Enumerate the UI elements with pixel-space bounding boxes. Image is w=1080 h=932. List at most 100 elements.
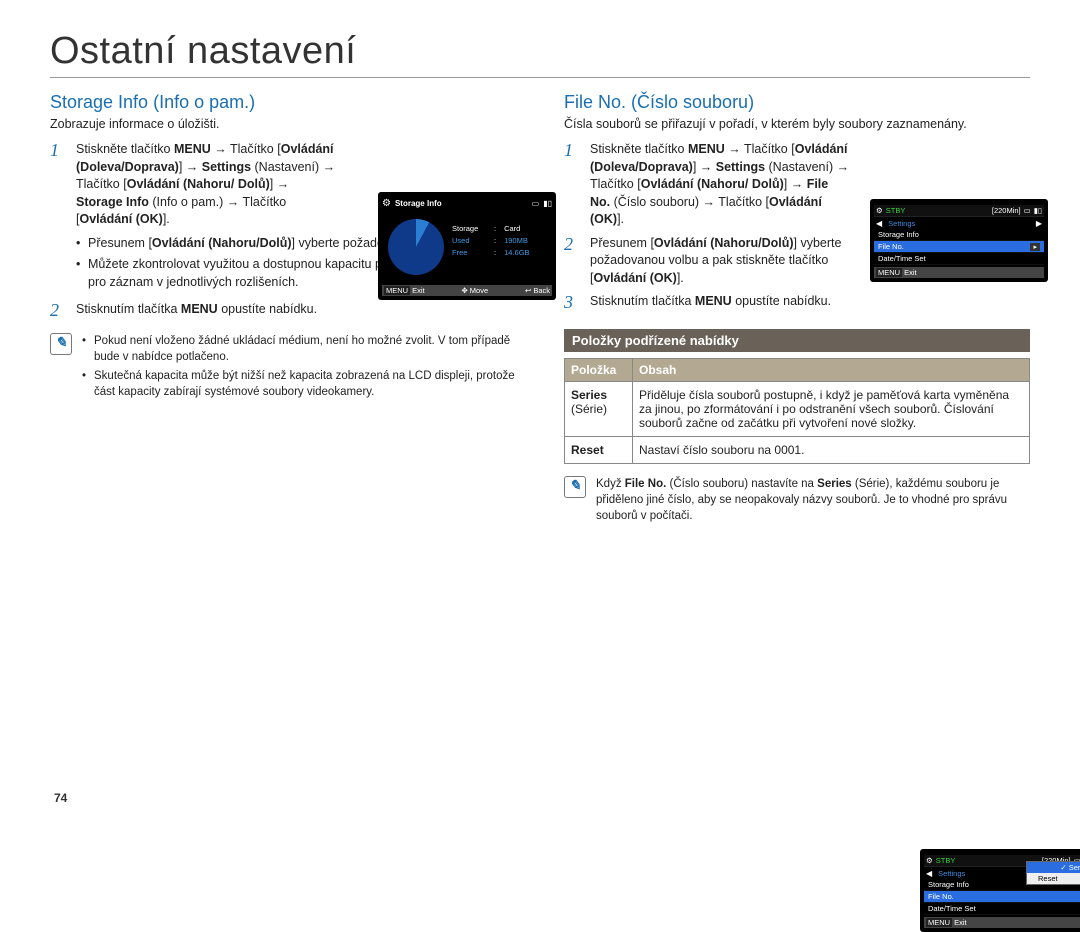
page-title: Ostatní nastavení xyxy=(50,30,1030,78)
popup-item-series: ✓ Series xyxy=(1027,862,1080,873)
text: opustíte nabídku. xyxy=(218,302,317,316)
label: Storage Info xyxy=(928,880,969,889)
note-item: Skutečná kapacita může být nižší než kap… xyxy=(82,368,516,400)
card-icon: ▭ xyxy=(532,199,540,208)
menu-label: MENU xyxy=(181,302,218,316)
label: Series xyxy=(1069,863,1080,872)
menu-category: Settings xyxy=(884,218,1034,229)
menu-item-datetime: Date/Time Set xyxy=(924,903,1080,915)
step-3: 3 Stisknutím tlačítka MENU opustíte nabí… xyxy=(564,293,1030,313)
label: Reset xyxy=(1038,874,1058,883)
menu-label: MENU xyxy=(174,142,211,156)
ok-label: Ovládání (OK) xyxy=(593,271,676,285)
cell-item: Series (Série) xyxy=(565,381,633,436)
section-heading-fileno: File No. (Číslo souboru) xyxy=(564,92,1030,113)
note-list: Pokud není vloženo žádné ukládací médium… xyxy=(82,333,516,403)
text: Když xyxy=(596,478,625,490)
move-label: Move xyxy=(470,286,488,295)
step-number: 2 xyxy=(564,235,590,255)
menu-item-file-no: File No.▸ xyxy=(924,891,1080,903)
pie-chart-icon xyxy=(388,219,444,275)
page-number: 74 xyxy=(54,791,67,805)
submenu-popup: ✓ Series Reset xyxy=(1026,861,1080,885)
menu-key-icon: MENU xyxy=(876,268,902,277)
lcd-title: Storage Info xyxy=(395,199,528,208)
text: ]. xyxy=(677,271,684,285)
text: ] → xyxy=(270,177,289,191)
menu-label: MENU xyxy=(695,294,732,308)
text: ]. xyxy=(617,212,624,226)
time-label: [220Min] xyxy=(992,206,1021,215)
series-label: Series xyxy=(571,388,607,402)
menu-key-icon: MENU xyxy=(926,918,952,927)
label: Date/Time Set xyxy=(928,904,976,913)
label: File No. xyxy=(928,892,954,901)
menu-item-storage-info: Storage Info xyxy=(874,229,1044,241)
step-2: 2 Stisknutím tlačítka MENU opustíte nabí… xyxy=(50,301,516,321)
lcd-fileno-submenu: ⚙ STBY [220Min] ▭ ▮▯ ◀Settings▶ Storage … xyxy=(920,849,1080,932)
submenu-arrow-icon: ▸ xyxy=(1030,243,1040,251)
note-block: ✎ Když File No. (Číslo souboru) nastavít… xyxy=(564,476,1030,524)
control-label: Ovládání (Nahoru/Dolů) xyxy=(152,236,292,250)
label-used: Used xyxy=(452,235,486,247)
text: → Tlačítko [ xyxy=(211,142,281,156)
gear-icon: ⚙ xyxy=(876,206,883,215)
ok-label: Ovládání (OK) xyxy=(79,212,162,226)
items-table: Položka Obsah Series (Série) Přiděluje č… xyxy=(564,358,1030,464)
reset-label: Reset xyxy=(571,443,604,457)
check-icon: ✓ xyxy=(1060,863,1066,872)
label: Storage Info xyxy=(878,230,919,239)
stby-label: STBY xyxy=(936,856,956,865)
control-label: Ovládání (Nahoru/ Dolů) xyxy=(127,177,270,191)
label-free: Free xyxy=(452,247,486,259)
menu-label: MENU xyxy=(688,142,725,156)
gear-icon: ⚙ xyxy=(382,198,391,209)
label: File No. xyxy=(878,242,904,251)
series-label: Series xyxy=(817,478,852,490)
gear-icon: ⚙ xyxy=(926,856,933,865)
label-storage: Storage xyxy=(452,223,486,235)
text: (Číslo souboru) nastavíte na xyxy=(666,478,817,490)
value-storage: Card xyxy=(504,223,520,235)
text: ] → xyxy=(784,177,807,191)
text: ] → xyxy=(693,160,716,174)
note-text: Když File No. (Číslo souboru) nastavíte … xyxy=(596,476,1030,524)
lcd-fileno-menu: ⚙ STBY [220Min] ▭ ▮▯ ◀Settings▶ Storage … xyxy=(870,199,1048,282)
menu-key-icon: MENU xyxy=(384,286,410,295)
right-column: File No. (Číslo souboru) Čísla souborů s… xyxy=(564,92,1030,524)
storage-info-label: Storage Info xyxy=(76,195,149,209)
menu-item-file-no: File No. ▸ xyxy=(874,241,1044,253)
lcd-footer: MENU Exit xyxy=(924,917,1080,928)
text: ] → xyxy=(179,160,202,174)
text: Stisknutím tlačítka xyxy=(76,302,181,316)
settings-label: Settings xyxy=(716,160,765,174)
exit-label: Exit xyxy=(904,268,917,277)
label: Date/Time Set xyxy=(878,254,926,263)
value-free: 14.6GB xyxy=(504,247,529,259)
control-label: Ovládání (Nahoru/ Dolů) xyxy=(641,177,784,191)
back-icon: ↩ xyxy=(525,286,531,295)
chevron-left-icon: ◀ xyxy=(924,869,934,878)
chevron-left-icon: ◀ xyxy=(874,219,884,228)
popup-item-reset: Reset xyxy=(1027,873,1080,884)
note-item: Pokud není vloženo žádné ukládací médium… xyxy=(82,333,516,365)
cell-desc: Nastaví číslo souboru na 0001. xyxy=(633,436,1030,463)
text: Stisknutím tlačítka xyxy=(590,294,695,308)
cell-item: Reset xyxy=(565,436,633,463)
left-column: Storage Info (Info o pam.) Zobrazuje inf… xyxy=(50,92,516,524)
text: ]. xyxy=(163,212,170,226)
lcd-footer: MENU Exit ✥ Move ↩ Back xyxy=(382,285,552,296)
lcd-storage-info: ⚙ Storage Info ▭ ▮▯ Storage : Card Used … xyxy=(378,192,556,300)
step-number: 2 xyxy=(50,301,76,321)
stby-label: STBY xyxy=(886,206,906,215)
text: (Číslo souboru) → Tlačítko [ xyxy=(610,195,769,209)
table-row: Series (Série) Přiděluje čísla souborů p… xyxy=(565,381,1030,436)
note-block: ✎ Pokud není vloženo žádné ukládací médi… xyxy=(50,333,516,403)
step-number: 1 xyxy=(50,141,76,161)
back-label: Back xyxy=(533,286,550,295)
card-icon: ▭ xyxy=(1024,206,1031,215)
storage-rows: Storage : Card Used : 190MB Free : 14.6G… xyxy=(452,213,552,259)
control-label: Ovládání (Nahoru/Dolů) xyxy=(654,236,794,250)
text: Stiskněte tlačítko xyxy=(590,142,688,156)
move-icon: ✥ xyxy=(462,286,468,295)
